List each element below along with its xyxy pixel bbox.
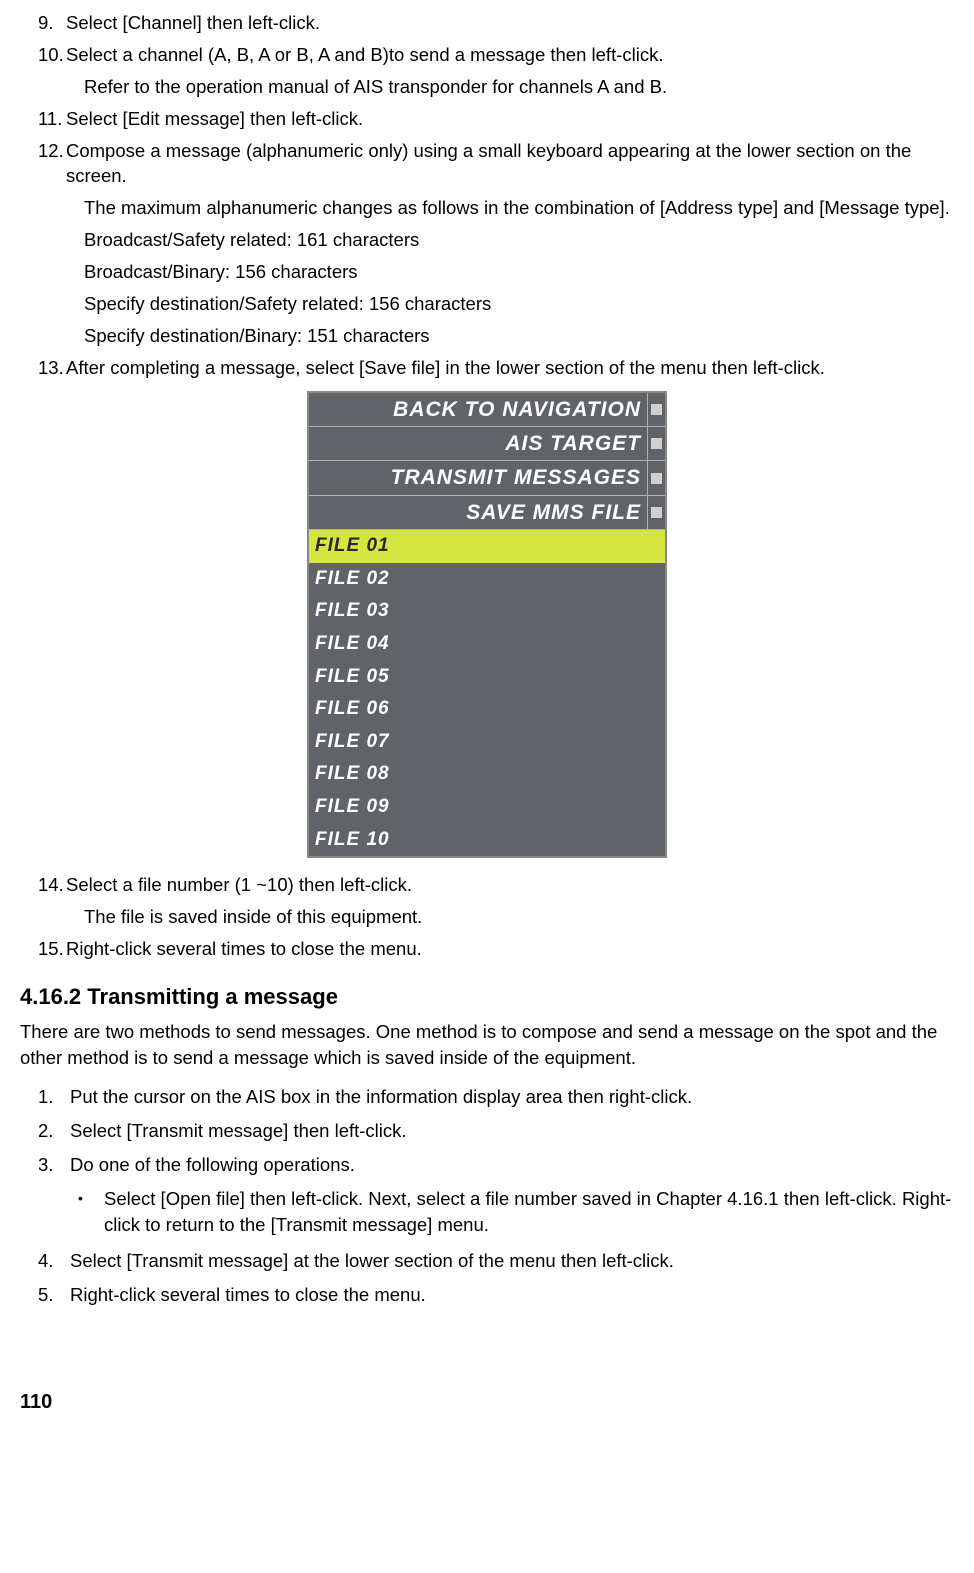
step-10-sub: Refer to the operation manual of AIS tra… [84,74,954,100]
file-09[interactable]: FILE 09 [309,791,665,824]
checkbox-icon [651,473,662,484]
menu-checkbox[interactable] [647,393,665,426]
menu-checkbox[interactable] [647,496,665,529]
file-06[interactable]: FILE 06 [309,693,665,726]
step-number: 15. [38,936,66,962]
menu-checkbox[interactable] [647,461,665,494]
step-number: 13. [38,355,66,381]
step-text: Select a file number (1 ~10) then left-c… [66,872,954,898]
step-text: Right-click several times to close the m… [70,1282,954,1308]
step-text: Select [Edit message] then left-click. [66,106,954,132]
menu-label: SAVE MMS FILE [309,496,647,529]
step-14: 14. Select a file number (1 ~10) then le… [38,872,954,898]
step-3: 3. Do one of the following operations. [38,1152,954,1178]
step-12-sub5: Specify destination/Binary: 151 characte… [84,323,954,349]
step-number: 1. [38,1084,70,1110]
step-number: 12. [38,138,66,190]
ordered-list-continued-2: 14. Select a file number (1 ~10) then le… [20,872,954,962]
step-text: Compose a message (alphanumeric only) us… [66,138,954,190]
ordered-list-continued: 9. Select [Channel] then left-click. 10.… [20,10,954,381]
step-10: 10. Select a channel (A, B, A or B, A an… [38,42,954,68]
step-4: 4. Select [Transmit message] at the lowe… [38,1248,954,1274]
menu-label: TRANSMIT MESSAGES [309,461,647,494]
menu-label: AIS TARGET [309,427,647,460]
menu-item-save-mms-file[interactable]: SAVE MMS FILE [309,496,665,530]
checkbox-icon [651,507,662,518]
step-14-sub: The file is saved inside of this equipme… [84,904,954,930]
menu-item-transmit-messages[interactable]: TRANSMIT MESSAGES [309,461,665,495]
step-2: 2. Select [Transmit message] then left-c… [38,1118,954,1144]
step-text: Right-click several times to close the m… [66,936,954,962]
page-number: 110 [20,1388,954,1416]
menu-screenshot-figure: BACK TO NAVIGATION AIS TARGET TRANSMIT M… [20,391,954,859]
step-number: 3. [38,1152,70,1178]
file-01-selected[interactable]: FILE 01 [309,530,665,563]
step-text: Put the cursor on the AIS box in the inf… [70,1084,954,1110]
step-11: 11. Select [Edit message] then left-clic… [38,106,954,132]
step-number: 5. [38,1282,70,1308]
step-text: Do one of the following operations. [70,1152,954,1178]
step-13: 13. After completing a message, select [… [38,355,954,381]
step-1: 1. Put the cursor on the AIS box in the … [38,1084,954,1110]
step-number: 14. [38,872,66,898]
step-15: 15. Right-click several times to close t… [38,936,954,962]
ordered-list-second: 1. Put the cursor on the AIS box in the … [20,1084,954,1307]
file-07[interactable]: FILE 07 [309,726,665,759]
bullet-dot-icon: • [78,1186,104,1238]
menu-item-ais-target[interactable]: AIS TARGET [309,427,665,461]
checkbox-icon [651,404,662,415]
step-number: 2. [38,1118,70,1144]
step-number: 9. [38,10,66,36]
step-text: Select [Channel] then left-click. [66,10,954,36]
step-12-sub3: Broadcast/Binary: 156 characters [84,259,954,285]
file-08[interactable]: FILE 08 [309,758,665,791]
checkbox-icon [651,438,662,449]
file-03[interactable]: FILE 03 [309,595,665,628]
step-12-sub2: Broadcast/Safety related: 161 characters [84,227,954,253]
bullet-text: Select [Open file] then left-click. Next… [104,1186,954,1238]
menu-screenshot: BACK TO NAVIGATION AIS TARGET TRANSMIT M… [307,391,667,859]
section-intro: There are two methods to send messages. … [20,1019,954,1071]
step-5: 5. Right-click several times to close th… [38,1282,954,1308]
section-heading: 4.16.2 Transmitting a message [20,982,954,1013]
menu-checkbox[interactable] [647,427,665,460]
step-12-sub4: Specify destination/Safety related: 156 … [84,291,954,317]
step-text: Select [Transmit message] then left-clic… [70,1118,954,1144]
file-04[interactable]: FILE 04 [309,628,665,661]
menu-label: BACK TO NAVIGATION [309,393,647,426]
step-text: Select [Transmit message] at the lower s… [70,1248,954,1274]
step-text: Select a channel (A, B, A or B, A and B)… [66,42,954,68]
step-9: 9. Select [Channel] then left-click. [38,10,954,36]
step-text: After completing a message, select [Save… [66,355,954,381]
step-12: 12. Compose a message (alphanumeric only… [38,138,954,190]
file-02[interactable]: FILE 02 [309,563,665,596]
step-number: 11. [38,106,66,132]
file-05[interactable]: FILE 05 [309,661,665,694]
step-number: 10. [38,42,66,68]
file-10[interactable]: FILE 10 [309,824,665,857]
menu-item-back-to-navigation[interactable]: BACK TO NAVIGATION [309,393,665,427]
bullet-item: • Select [Open file] then left-click. Ne… [78,1186,954,1238]
step-12-sub1: The maximum alphanumeric changes as foll… [84,195,954,221]
step-number: 4. [38,1248,70,1274]
